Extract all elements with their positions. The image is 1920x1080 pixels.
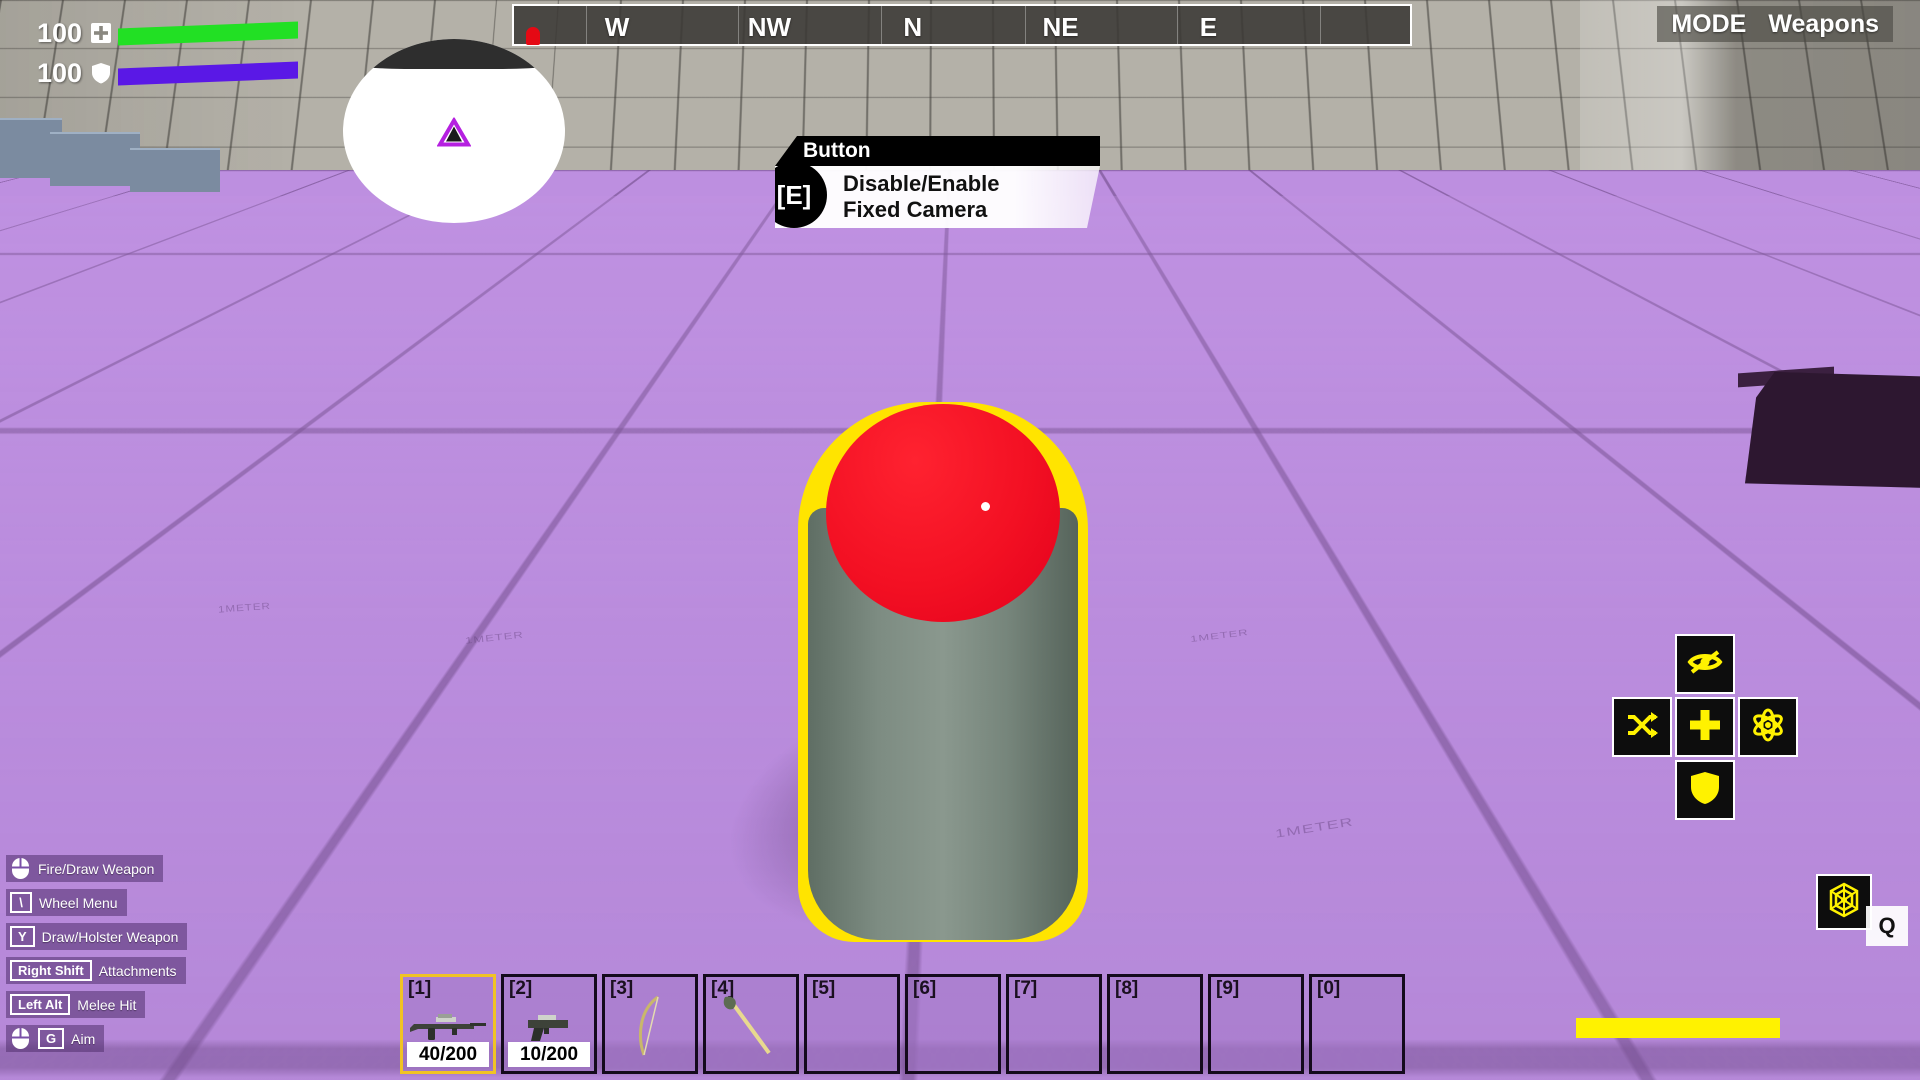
compass-label-w: W <box>604 12 630 42</box>
hotbar-slot-2[interactable]: [2] 10/200 <box>501 974 597 1074</box>
hotbar-slot-ammo: 40/200 <box>407 1042 489 1067</box>
ability-eye-off[interactable] <box>1675 634 1735 694</box>
keyhint-label: Aim <box>71 1030 96 1047</box>
armor-value: 100 <box>36 57 82 88</box>
mode-value: Weapons <box>1768 9 1879 38</box>
armor-row: 100 <box>26 56 298 90</box>
hotbar-slot-9[interactable]: [9] <box>1208 974 1304 1074</box>
player-arrow-icon <box>436 116 472 152</box>
mouse-icon <box>10 1026 31 1051</box>
compass-label-nw: NW <box>747 12 792 42</box>
hotbar-slot-8[interactable]: [8] <box>1107 974 1203 1074</box>
hotbar-slot-1[interactable]: [1] 40/200 <box>400 974 496 1074</box>
atom-icon <box>1751 708 1785 747</box>
spider-web-icon <box>1826 882 1862 923</box>
compass-label-n: N <box>903 12 923 42</box>
bow-icon <box>605 995 695 1056</box>
compass-bar: W NW N NE E <box>512 4 1412 46</box>
keyhint-label: Fire/Draw Weapon <box>38 860 155 877</box>
hotbar-slot-4[interactable]: [4] <box>703 974 799 1074</box>
keyhint-fire-draw-weapon: Fire/Draw Weapon <box>6 855 164 882</box>
mouse-icon <box>10 856 31 881</box>
hotbar-slot-number: [6] <box>913 978 937 999</box>
shuffle-icon <box>1625 710 1659 745</box>
prompt-title-bar: Button <box>775 136 1100 166</box>
ability-spider-web[interactable] <box>1816 874 1872 930</box>
hotbar-slot-6[interactable]: [6] <box>905 974 1001 1074</box>
keyhint-key: Left Alt <box>10 994 71 1015</box>
hotbar-slot-ammo: 10/200 <box>508 1042 590 1067</box>
health-bar <box>118 21 298 45</box>
prompt-title-text: Button <box>803 139 871 162</box>
hotbar-slot-number: [5] <box>812 978 836 999</box>
weapon-hotbar: [1] 40/200 [2] 10/200 [3] [4] [5] [6] [7… <box>400 974 1405 1074</box>
plus-icon <box>1688 708 1722 747</box>
keyhint-aim: G Aim <box>6 1025 105 1052</box>
ability-cluster <box>1612 634 1798 820</box>
eye-off-icon <box>1687 647 1723 682</box>
ability-key-badge: Q <box>1866 906 1908 946</box>
compass-label-e: E <box>1199 12 1218 42</box>
keyhint-key: G <box>38 1028 65 1049</box>
hotbar-slot-number: [9] <box>1216 978 1240 999</box>
compass-label-ne: NE <box>1042 12 1079 42</box>
shield-icon <box>1690 771 1720 810</box>
keyhint-label: Wheel Menu <box>39 894 118 911</box>
hotbar-slot-5[interactable]: [5] <box>804 974 900 1074</box>
minimap[interactable] <box>343 39 565 223</box>
keyhint-attachments: Right Shift Attachments <box>6 957 186 984</box>
prompt-key-badge[interactable]: [E] <box>775 166 827 228</box>
armor-bar-fill <box>118 61 298 85</box>
mode-indicator[interactable]: MODE Weapons <box>1657 6 1893 42</box>
keyhint-label: Draw/Holster Weapon <box>41 928 179 945</box>
keyhint-draw-holster-weapon: Y Draw/Holster Weapon <box>6 923 188 950</box>
prompt-action-text: Disable/Enable Fixed Camera <box>843 171 1000 223</box>
armor-bar <box>118 61 298 85</box>
hotbar-slot-number: [0] <box>1317 978 1341 999</box>
ability-atom[interactable] <box>1738 697 1798 757</box>
ability-shield[interactable] <box>1675 760 1735 820</box>
ability-shuffle[interactable] <box>1612 697 1672 757</box>
keyhint-key: Y <box>10 926 35 947</box>
health-cross-icon <box>88 22 114 44</box>
hotbar-slot-number: [7] <box>1014 978 1038 999</box>
keybind-hint-list: Fire/Draw Weapon \ Wheel Menu Y Draw/Hol… <box>6 855 188 1052</box>
stamina-bar-fill <box>1576 1018 1780 1038</box>
mode-label: MODE <box>1671 9 1747 38</box>
hotbar-slot-0[interactable]: [0] <box>1309 974 1405 1074</box>
vitals-panel: 100 100 <box>26 16 298 96</box>
health-row: 100 <box>26 16 298 50</box>
keyhint-label: Attachments <box>98 962 177 979</box>
hotbar-slot-3[interactable]: [3] <box>602 974 698 1074</box>
ability-heal[interactable] <box>1675 697 1735 757</box>
interaction-prompt: Button [E] Disable/Enable Fixed Camera <box>775 136 1100 228</box>
health-value: 100 <box>36 17 82 48</box>
prompt-action-line2: Fixed Camera <box>843 197 988 222</box>
keyhint-melee-hit: Left Alt Melee Hit <box>6 991 146 1018</box>
game-viewport: 1METER 1METER 1METER 1METER 100 100 W NW… <box>0 0 1920 1080</box>
hotbar-slot-7[interactable]: [7] <box>1006 974 1102 1074</box>
keyhint-wheel-menu: \ Wheel Menu <box>6 889 127 916</box>
keyhint-key: Right Shift <box>10 960 92 981</box>
shield-icon <box>88 62 114 84</box>
keyhint-key: \ <box>10 892 32 913</box>
stamina-bar <box>1576 1018 1780 1038</box>
minimap-terrain-edge <box>343 39 565 69</box>
health-bar-fill <box>118 21 298 45</box>
keyhint-label: Melee Hit <box>77 996 137 1013</box>
prompt-action-line1: Disable/Enable <box>843 171 1000 196</box>
axe-icon <box>706 996 796 1055</box>
prompt-body: [E] Disable/Enable Fixed Camera <box>775 166 1100 228</box>
hotbar-slot-number: [8] <box>1115 978 1139 999</box>
hud-layer: 100 100 W NW N NE E MODE Weapons Button … <box>0 0 1920 1080</box>
